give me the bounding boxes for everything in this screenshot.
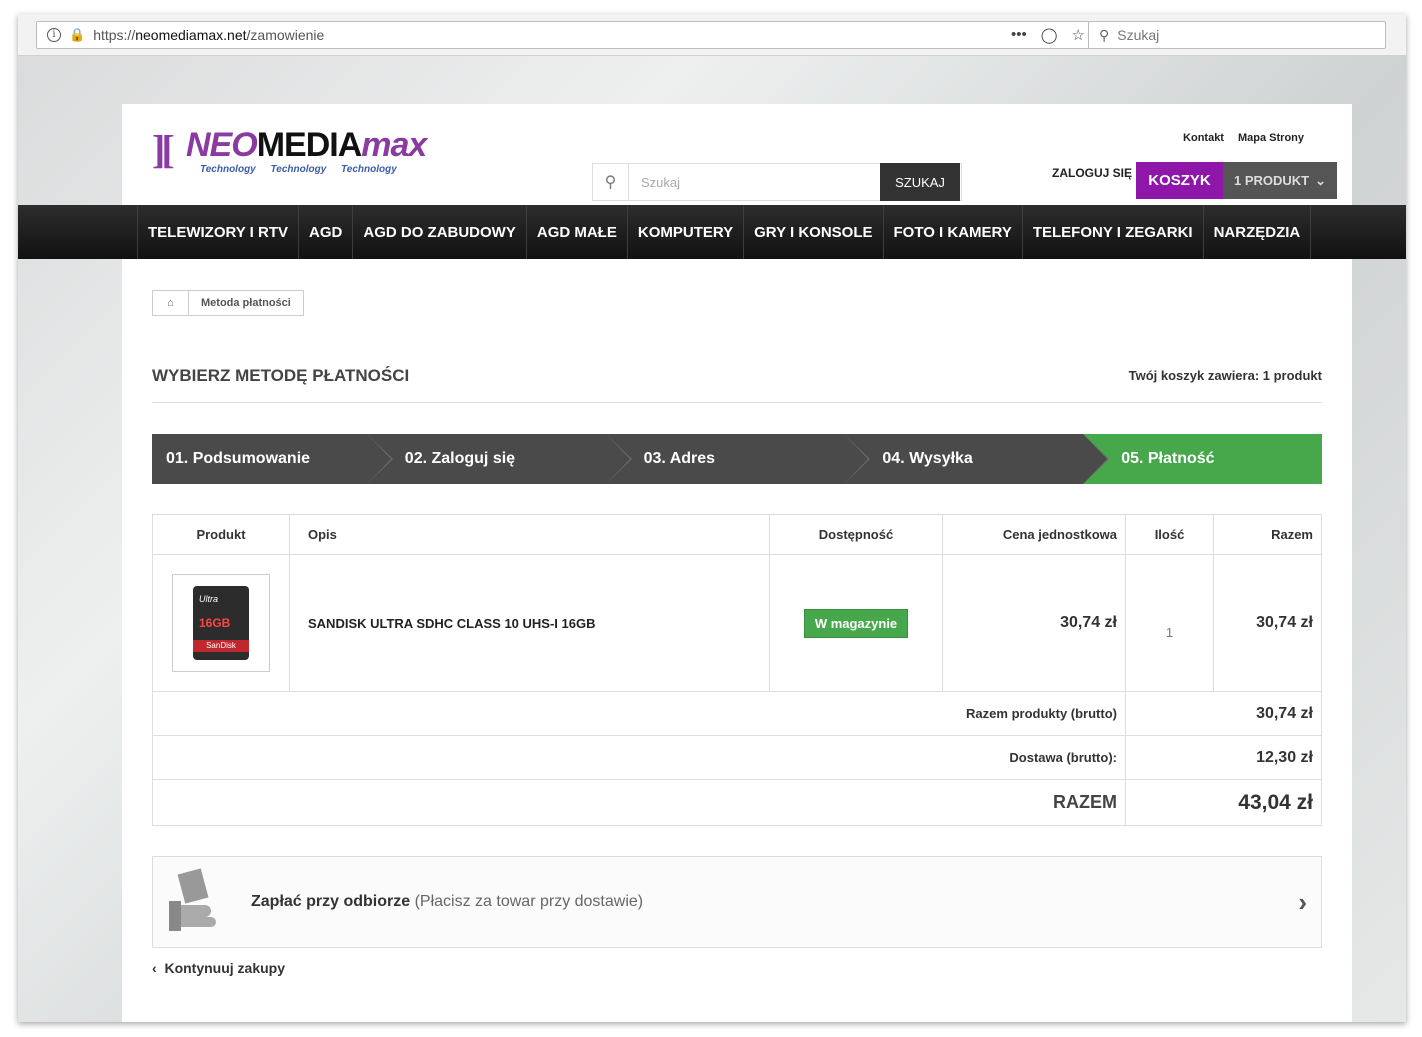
top-links: Kontakt Mapa Strony	[1183, 132, 1304, 144]
page-title: WYBIERZ METODĘ PŁATNOŚCI	[152, 366, 410, 385]
subtotal-value: 30,74 zł	[1125, 691, 1322, 736]
payment-option-cod[interactable]: Zapłać przy odbiorze (Płacisz za towar p…	[152, 856, 1322, 948]
browser-search-placeholder: Szukaj	[1117, 27, 1160, 43]
payment-subtitle: (Płacisz za towar przy dostawie)	[414, 893, 644, 910]
more-icon[interactable]: •••	[1011, 26, 1027, 44]
table-row: Ultra 16GB SanDisk SANDISK ULTRA SDHC CLAS…	[152, 554, 1322, 692]
product-name[interactable]: SANDISK ULTRA SDHC CLASS 10 UHS-I 16GB	[289, 554, 770, 692]
search-icon: ⚲	[593, 164, 629, 200]
divider	[152, 402, 1322, 403]
star-icon[interactable]: ☆	[1072, 26, 1085, 44]
home-icon[interactable]: ⌂	[153, 291, 189, 315]
col-cena: Cena jednostkowa	[942, 514, 1126, 555]
login-link[interactable]: ZALOGUJ SIĘ	[1052, 166, 1132, 180]
link-mapa-strony[interactable]: Mapa Strony	[1238, 132, 1304, 144]
cart-table: Produkt Opis Dostępność Cena jednostkowa…	[152, 514, 1322, 826]
payment-title: Zapłać przy odbiorze	[251, 893, 411, 910]
search-icon: ⚲	[1099, 26, 1110, 43]
nav-item-gry[interactable]: GRY I KONSOLE	[744, 205, 884, 259]
site-logo[interactable]: ][ NEOMEDIAmax Technology Technology Tec…	[152, 124, 432, 175]
availability-badge: W magazynie	[803, 608, 909, 638]
browser-toolbar: i 🔒 https://neomediamax.net/zamowienie •…	[18, 14, 1406, 56]
breadcrumb: ⌂ Metoda płatności	[152, 290, 304, 316]
cart-button[interactable]: KOSZYK	[1136, 162, 1223, 199]
nav-item-telewizory[interactable]: TELEWIZORY I RTV	[138, 205, 300, 259]
step-zaloguj[interactable]: 02. Zaloguj się	[366, 434, 632, 484]
col-produkt: Produkt	[152, 514, 290, 555]
logo-tagline: Technology Technology Technology	[200, 164, 397, 175]
nav-item-narzedzia[interactable]: NARZĘDZIA	[1204, 205, 1312, 259]
shipping-label: Dostawa (brutto):	[152, 735, 1126, 780]
nav-item-foto[interactable]: FOTO I KAMERY	[884, 205, 1023, 259]
url-text: https://neomediamax.net/zamowienie	[93, 27, 325, 43]
cart-summary-text: Twój koszyk zawiera: 1 produkt	[1128, 368, 1322, 383]
step-podsumowanie[interactable]: 01. Podsumowanie	[152, 434, 393, 484]
shipping-value: 12,30 zł	[1125, 735, 1322, 780]
pocket-icon[interactable]: ◯	[1041, 26, 1058, 44]
link-kontakt[interactable]: Kontakt	[1183, 132, 1224, 144]
unit-price: 30,74 zł	[942, 554, 1126, 692]
col-razem: Razem	[1213, 514, 1322, 555]
address-bar[interactable]: i 🔒 https://neomediamax.net/zamowienie •…	[36, 21, 1096, 49]
total-value: 43,04 zł	[1125, 779, 1322, 826]
nav-item-agd-male[interactable]: AGD MAŁE	[527, 205, 628, 259]
step-wysylka[interactable]: 04. Wysyłka	[844, 434, 1110, 484]
browser-window: i 🔒 https://neomediamax.net/zamowienie •…	[18, 14, 1406, 1022]
continue-shopping-link[interactable]: ‹ Kontynuuj zakupy	[152, 960, 285, 976]
total-label: RAZEM	[152, 779, 1126, 826]
main-nav: TELEWIZORY I RTV AGD AGD DO ZABUDOWY AGD…	[18, 205, 1406, 259]
nav-item-telefony[interactable]: TELEFONY I ZEGARKI	[1023, 205, 1204, 259]
col-ilosc: Ilość	[1125, 514, 1214, 555]
cart-dropdown[interactable]: 1 PRODUKT ⌄	[1223, 162, 1337, 199]
checkout-steps: 01. Podsumowanie 02. Zaloguj się 03. Adr…	[152, 434, 1322, 484]
logo-mark-icon: ][	[152, 127, 175, 172]
product-image[interactable]: Ultra 16GB SanDisk	[172, 574, 270, 672]
lock-icon: 🔒	[69, 27, 86, 42]
browser-search-input[interactable]: ⚲ Szukaj	[1088, 21, 1386, 49]
search-button[interactable]: SZUKAJ	[880, 163, 960, 201]
nav-item-agd-do-zabudowy[interactable]: AGD DO ZABUDOWY	[353, 205, 527, 259]
chevron-down-icon: ⌄	[1315, 172, 1327, 188]
col-dostepnosc: Dostępność	[769, 514, 943, 555]
subtotal-label: Razem produkty (brutto)	[152, 691, 1126, 736]
line-total: 30,74 zł	[1213, 554, 1322, 692]
chevron-left-icon: ‹	[152, 960, 157, 976]
cash-hand-icon	[167, 867, 221, 937]
quantity: 1	[1125, 554, 1214, 692]
col-opis: Opis	[289, 514, 770, 555]
step-platnosc: 05. Płatność	[1083, 434, 1322, 484]
step-adres[interactable]: 03. Adres	[605, 434, 871, 484]
info-icon[interactable]: i	[47, 28, 61, 42]
chevron-right-icon: ›	[1298, 887, 1307, 917]
nav-item-agd[interactable]: AGD	[299, 205, 354, 259]
nav-item-komputery[interactable]: KOMPUTERY	[628, 205, 745, 259]
